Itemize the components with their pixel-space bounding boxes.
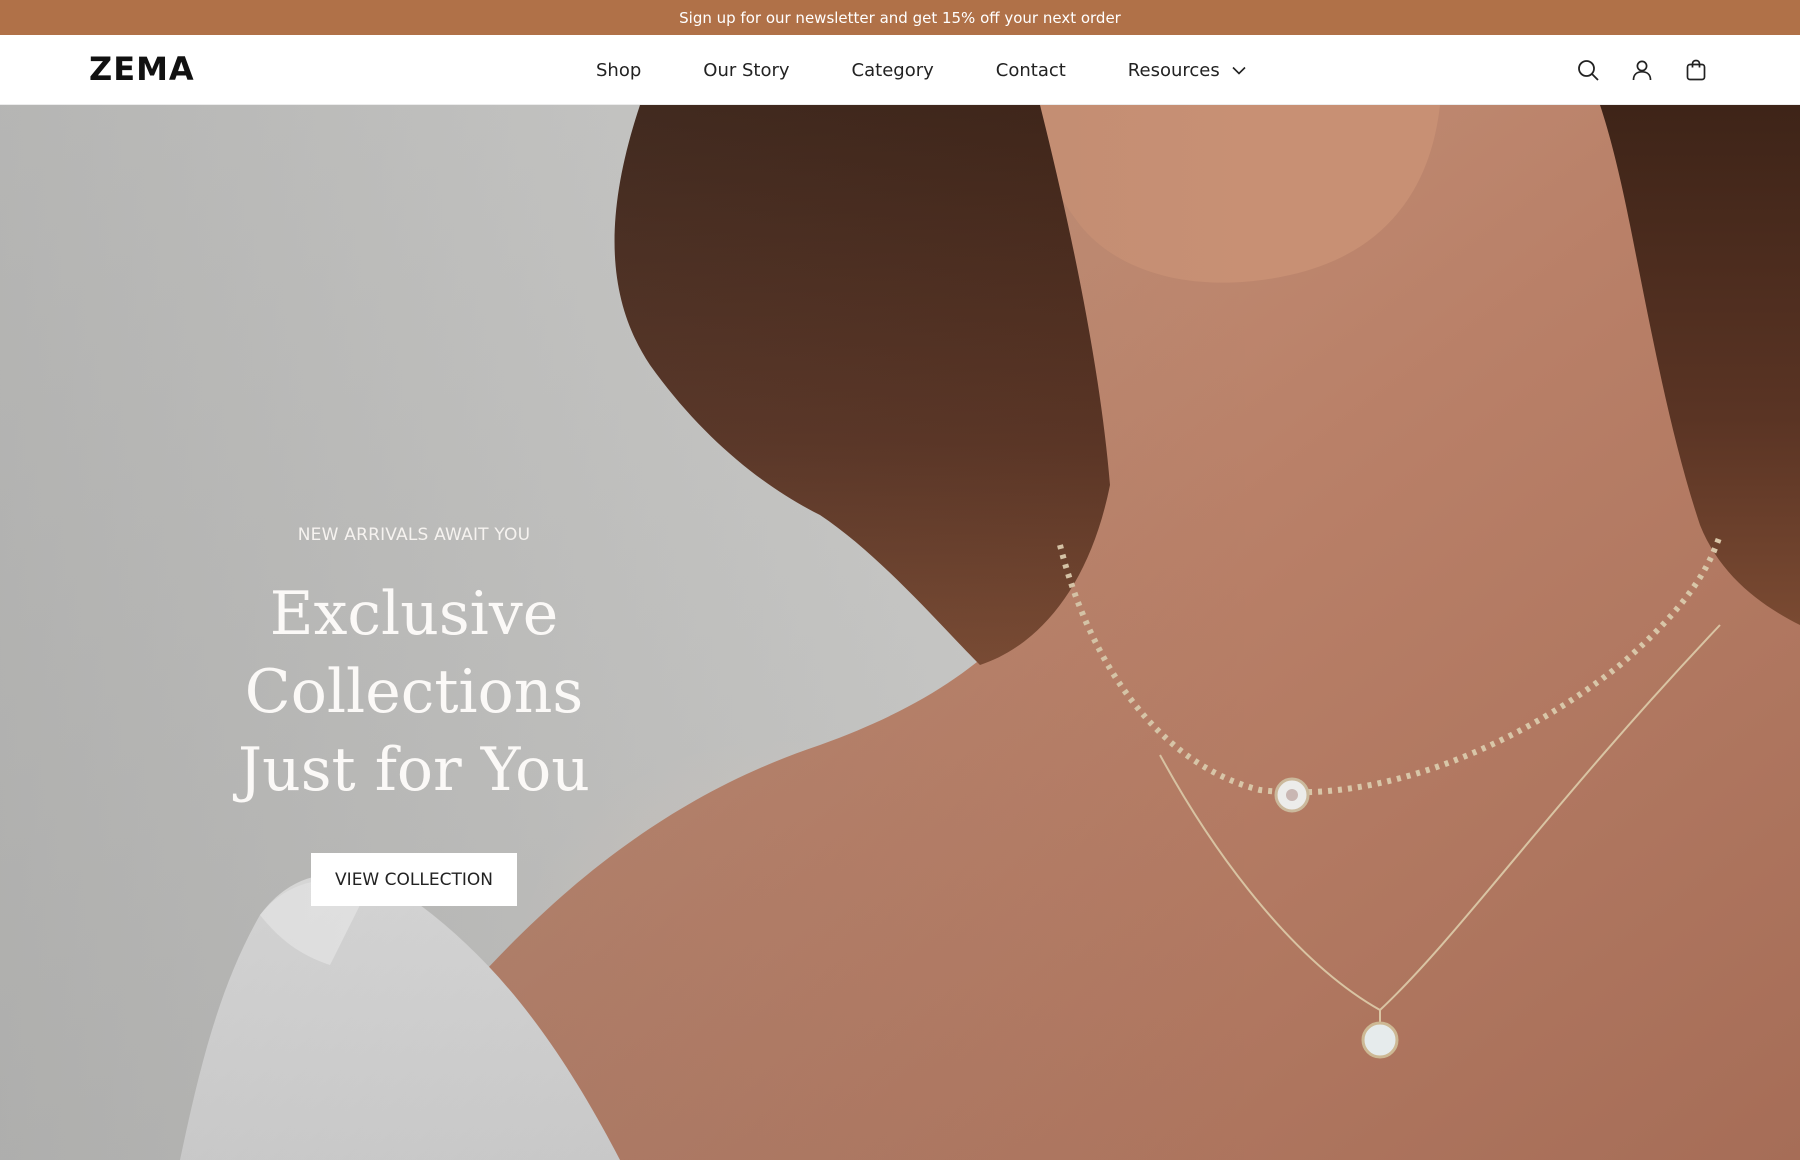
nav-category[interactable]: Category (852, 60, 934, 81)
nav-category-label: Category (851, 59, 934, 81)
account-icon[interactable] (1628, 56, 1656, 84)
nav-contact-label: Contact (995, 59, 1066, 81)
hero-content: NEW ARRIVALS AWAIT YOU Exclusive Collect… (100, 525, 728, 906)
nav-our-story[interactable]: Our Story (703, 60, 789, 81)
nav-resources[interactable]: Resources (1128, 60, 1246, 81)
header-icons (1548, 35, 1710, 105)
site-header: ZEMA Shop Our Story Category Contact Res… (0, 35, 1800, 105)
hero-headline-line2: Just for You (238, 735, 590, 805)
hero-banner: NEW ARRIVALS AWAIT YOU Exclusive Collect… (0, 105, 1800, 1160)
announcement-bar: Sign up for our newsletter and get 15% o… (0, 0, 1800, 35)
hero-headline: Exclusive Collections Just for You (100, 575, 728, 809)
cart-icon[interactable] (1682, 56, 1710, 84)
site-logo[interactable]: ZEMA (89, 50, 195, 88)
hero-eyebrow: NEW ARRIVALS AWAIT YOU (297, 525, 531, 545)
main-navigation: Shop Our Story Category Contact Resource… (596, 35, 1246, 105)
hero-headline-line1: Exclusive Collections (244, 579, 584, 727)
view-collection-button[interactable]: VIEW COLLECTION (311, 853, 517, 906)
search-icon[interactable] (1574, 56, 1602, 84)
nav-our-story-label: Our Story (703, 59, 790, 81)
announcement-text: Sign up for our newsletter and get 15% o… (679, 8, 1121, 27)
nav-shop-label: Shop (596, 59, 642, 81)
chevron-down-icon (1232, 66, 1246, 75)
nav-shop[interactable]: Shop (596, 60, 641, 81)
nav-resources-label: Resources (1127, 59, 1220, 81)
nav-contact[interactable]: Contact (996, 60, 1066, 81)
